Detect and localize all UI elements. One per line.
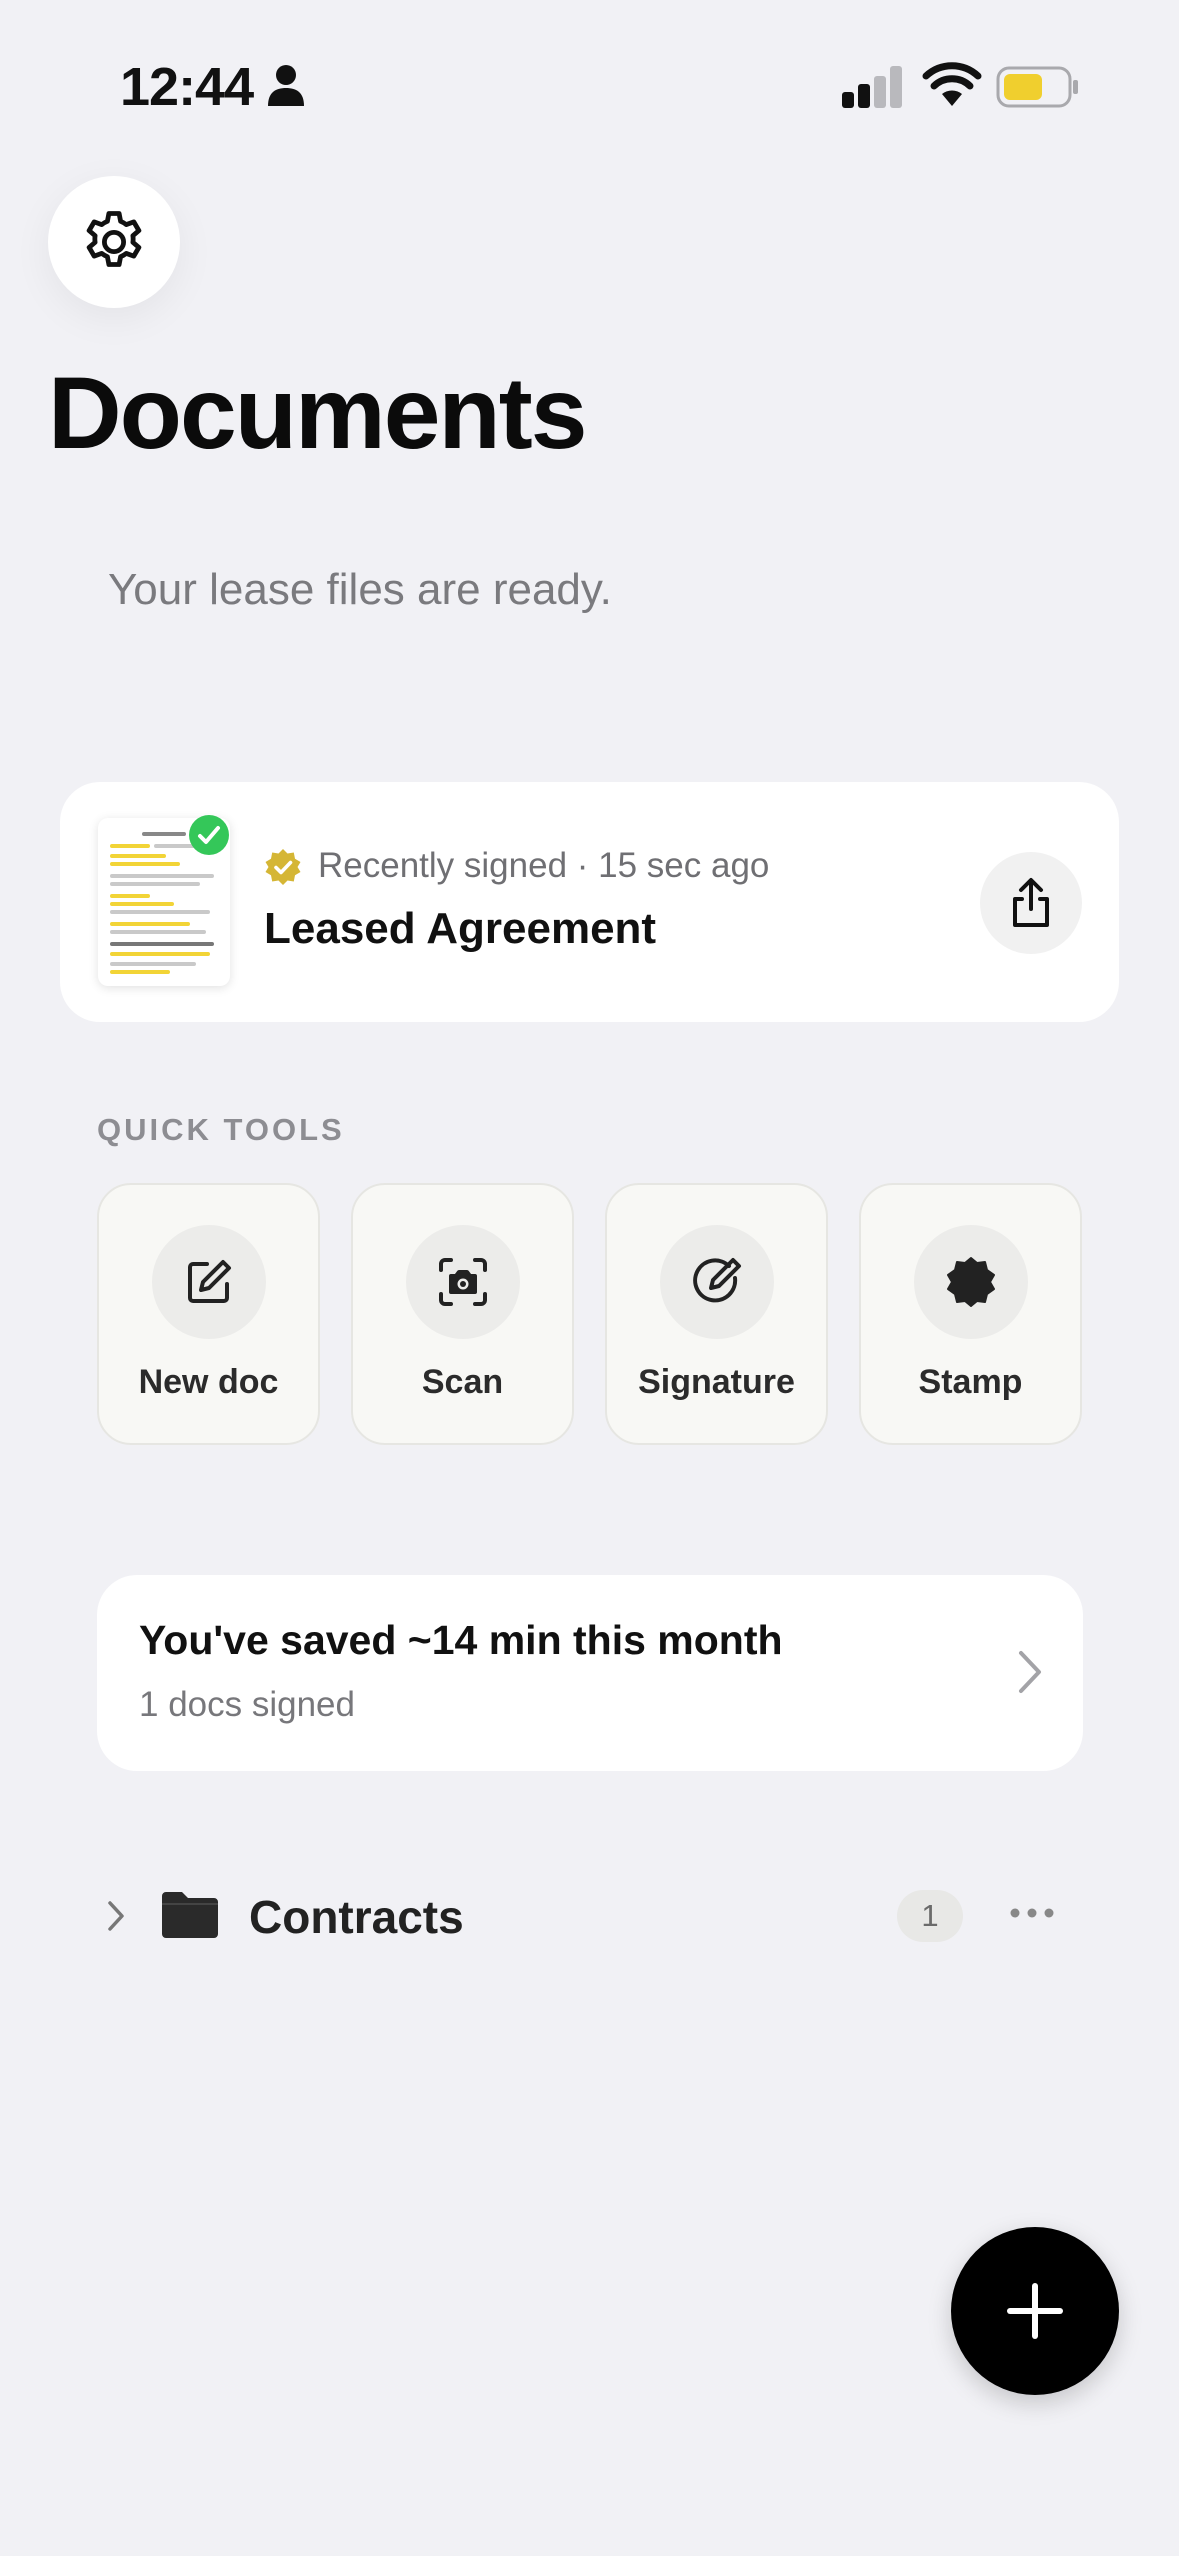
quick-tools-label: QUICK TOOLS — [97, 1112, 345, 1147]
status-time: 12:44 — [120, 57, 254, 117]
plus-icon — [1007, 2283, 1063, 2339]
add-button[interactable] — [951, 2227, 1119, 2395]
tool-stamp[interactable]: Stamp — [859, 1183, 1082, 1445]
recent-document-card[interactable]: Recently signed · 15 sec ago Leased Agre… — [60, 782, 1119, 1022]
folder-count-badge: 1 — [897, 1890, 963, 1942]
status-bar: 12:44 — [0, 0, 1179, 150]
tool-label: Stamp — [918, 1363, 1023, 1401]
page-title: Documents — [48, 356, 587, 470]
recent-document-status: Recently signed · 15 sec ago — [318, 846, 770, 885]
camera-scan-icon — [439, 1258, 487, 1306]
verified-badge-icon — [265, 849, 301, 885]
more-options-icon[interactable] — [1009, 1906, 1055, 1920]
person-icon — [268, 65, 304, 106]
signed-check-icon — [189, 815, 229, 855]
settings-button[interactable] — [48, 176, 180, 308]
tool-label: Signature — [638, 1363, 795, 1401]
savings-title: You've saved ~14 min this month — [139, 1617, 783, 1663]
folder-icon — [162, 1892, 218, 1938]
gear-icon — [86, 211, 142, 267]
battery-icon — [996, 66, 1078, 108]
tool-label: New doc — [138, 1363, 279, 1401]
tool-new-doc[interactable]: New doc — [97, 1183, 320, 1445]
savings-card[interactable]: You've saved ~14 min this month 1 docs s… — [97, 1575, 1083, 1771]
wifi-icon — [922, 62, 982, 106]
tool-signature[interactable]: Signature — [605, 1183, 828, 1445]
signature-icon — [693, 1258, 741, 1303]
savings-subtitle: 1 docs signed — [139, 1685, 355, 1724]
chevron-right-icon[interactable] — [105, 1898, 127, 1934]
signal-icon — [842, 66, 902, 108]
tool-label: Scan — [421, 1363, 504, 1401]
folder-name: Contracts — [249, 1891, 464, 1943]
tool-scan[interactable]: Scan — [351, 1183, 574, 1445]
edit-icon — [188, 1260, 231, 1303]
folder-row-contracts[interactable]: Contracts 1 — [97, 1870, 1083, 1962]
chevron-right-icon — [1019, 1651, 1041, 1693]
stamp-icon — [947, 1257, 995, 1307]
share-icon — [1013, 878, 1049, 927]
page-subtitle: Your lease files are ready. — [108, 565, 612, 614]
share-button[interactable] — [980, 852, 1082, 954]
recent-document-title: Leased Agreement — [264, 904, 657, 953]
